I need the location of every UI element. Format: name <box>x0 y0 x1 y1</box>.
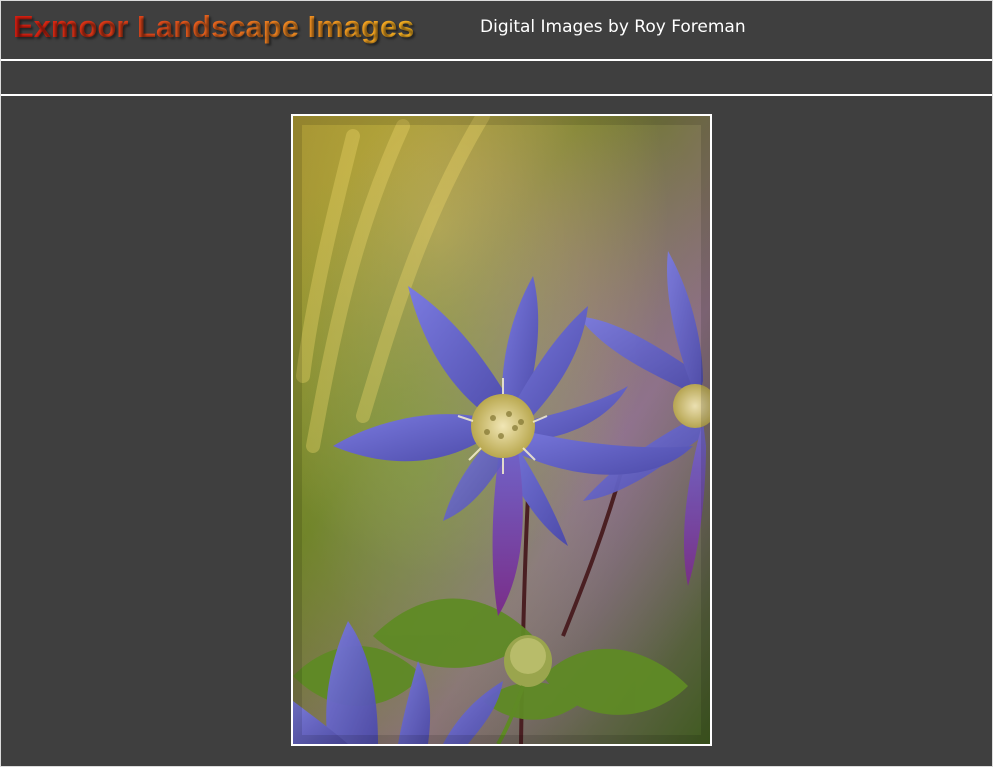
navigation-bar <box>1 61 992 96</box>
flower-photo[interactable] <box>293 116 710 744</box>
photo-frame[interactable] <box>291 114 712 746</box>
site-header: Exmoor Landscape Images Digital Images b… <box>1 1 992 61</box>
site-title[interactable]: Exmoor Landscape Images <box>13 9 414 45</box>
site-subtitle: Digital Images by Roy Foreman <box>480 17 746 37</box>
